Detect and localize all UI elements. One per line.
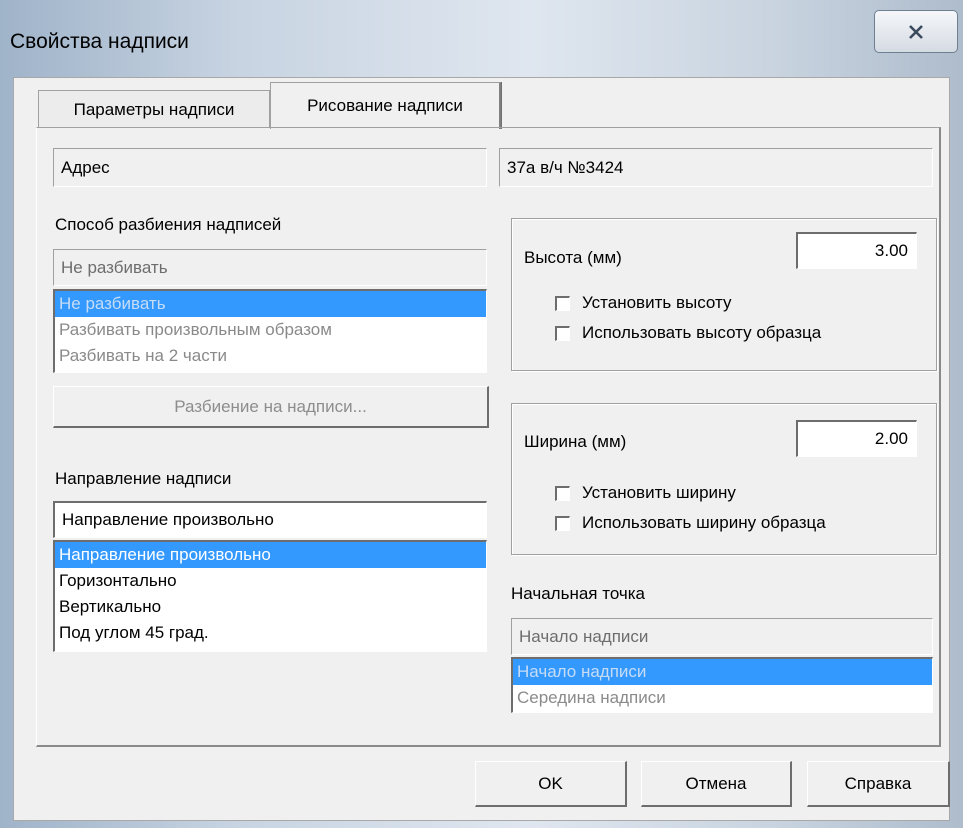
label-text-field: 37а в/ч №3424	[499, 148, 933, 187]
width-input[interactable]: 2.00	[796, 420, 917, 457]
checkbox-box[interactable]	[555, 515, 570, 531]
list-item[interactable]: Середина надписи	[513, 685, 932, 711]
split-method-combo[interactable]: Не разбивать	[53, 249, 487, 286]
start-point-label: Начальная точка	[511, 584, 646, 603]
list-item[interactable]: Горизонтально	[55, 568, 486, 594]
use-sample-height-checkbox[interactable]: Использовать высоту образца	[555, 323, 821, 343]
set-height-label: Установить высоту	[582, 293, 732, 312]
tab-panel: Адрес Способ разбиения надписей Не разби…	[36, 127, 941, 747]
start-point-combo[interactable]: Начало надписи	[511, 618, 933, 655]
height-label: Высота (мм)	[524, 248, 622, 267]
list-item[interactable]: Не разбивать	[55, 291, 486, 317]
tab-risovanie[interactable]: Рисование надписи	[270, 82, 501, 129]
split-method-list[interactable]: Не разбивать Разбивать произвольным обра…	[53, 289, 487, 373]
help-button[interactable]: Справка	[807, 761, 950, 807]
checkbox-box[interactable]	[555, 295, 570, 311]
list-item[interactable]: Вертикально	[55, 594, 486, 620]
list-item[interactable]: Начало надписи	[513, 659, 932, 685]
width-label: Ширина (мм)	[524, 432, 627, 451]
ok-button[interactable]: OK	[475, 761, 627, 807]
set-height-checkbox[interactable]: Установить высоту	[555, 293, 731, 313]
height-input[interactable]: 3.00	[796, 232, 917, 269]
cancel-button[interactable]: Отмена	[641, 761, 792, 807]
list-item[interactable]: Направление произвольно	[55, 542, 486, 568]
close-icon	[909, 24, 923, 39]
set-width-label: Установить ширину	[582, 483, 736, 502]
split-labels-button[interactable]: Разбиение на надписи...	[53, 386, 489, 428]
use-sample-width-checkbox[interactable]: Использовать ширину образца	[555, 513, 826, 533]
checkbox-box[interactable]	[555, 485, 570, 501]
checkbox-box[interactable]	[555, 325, 570, 341]
use-sample-width-label: Использовать ширину образца	[582, 513, 826, 532]
direction-combo[interactable]: Направление произвольно	[53, 501, 487, 538]
set-width-checkbox[interactable]: Установить ширину	[555, 483, 736, 503]
list-item[interactable]: Под углом 45 град.	[55, 620, 486, 646]
start-point-list[interactable]: Начало надписи Середина надписи	[511, 657, 933, 713]
list-item[interactable]: Разбивать на 2 части	[55, 343, 486, 369]
close-button[interactable]	[874, 10, 958, 53]
list-item[interactable]: Разбивать произвольным образом	[55, 317, 486, 343]
split-method-label: Способ разбиения надписей	[55, 215, 282, 234]
direction-list[interactable]: Направление произвольно Горизонтально Ве…	[53, 540, 487, 652]
tab-parametry[interactable]: Параметры надписи	[38, 90, 270, 128]
address-field: Адрес	[53, 148, 487, 187]
window-frame: Свойства надписи Параметры надписи Рисов…	[0, 0, 963, 828]
use-sample-height-label: Использовать высоту образца	[582, 323, 822, 342]
dialog-client: Параметры надписи Рисование надписи Адре…	[13, 77, 950, 821]
window-title: Свойства надписи	[10, 30, 189, 53]
title-bar: Свойства надписи	[0, 0, 963, 78]
direction-label: Направление надписи	[55, 469, 232, 488]
